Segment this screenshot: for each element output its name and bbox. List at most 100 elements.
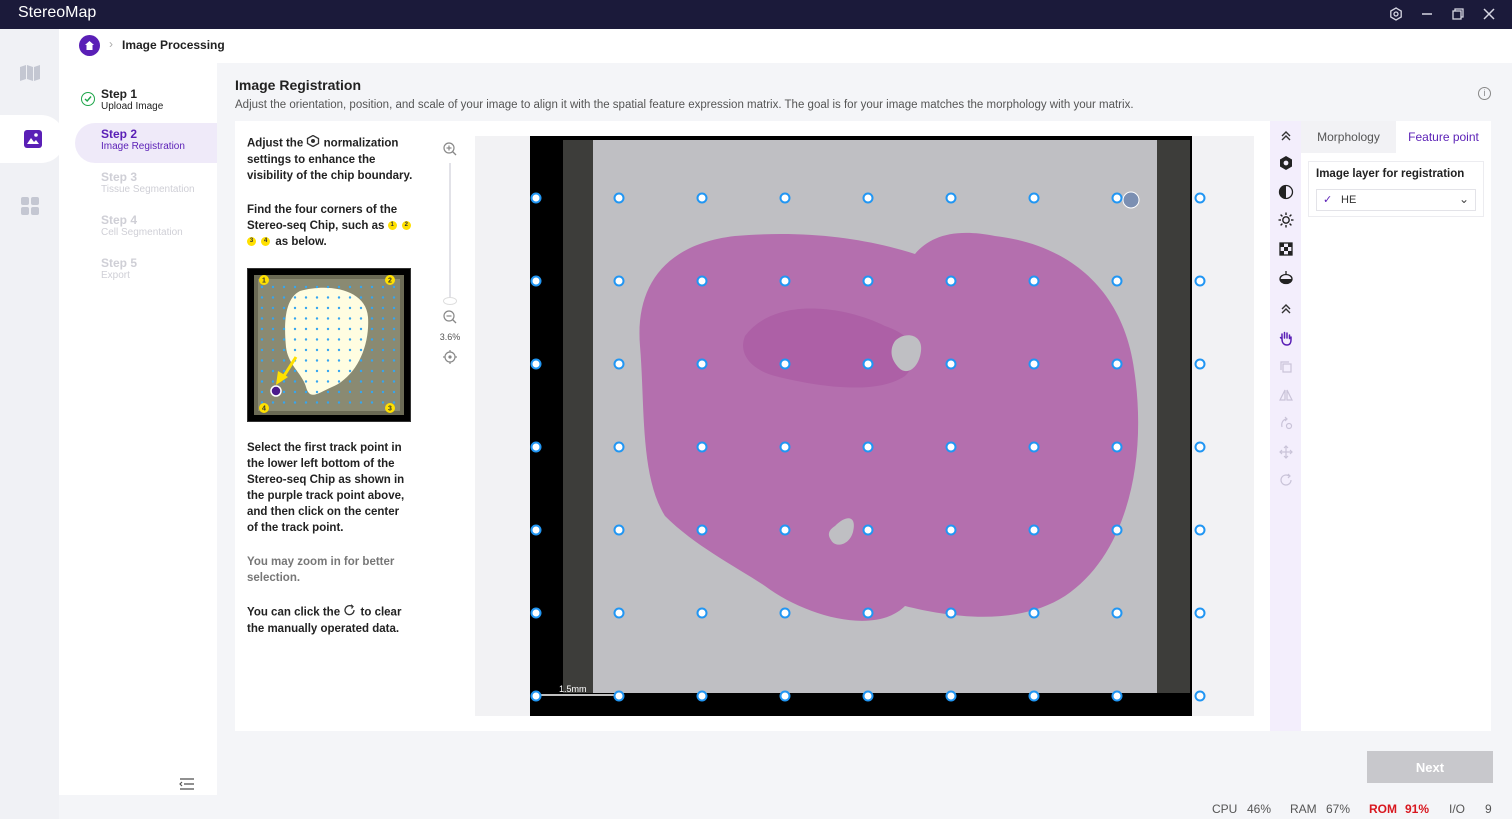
track-point[interactable] — [862, 524, 874, 536]
collapse-up-icon[interactable] — [1275, 125, 1297, 147]
track-point[interactable] — [1111, 358, 1123, 370]
zoom-out-icon[interactable] — [442, 309, 458, 330]
normalize-icon[interactable] — [1275, 152, 1297, 174]
track-point[interactable] — [1111, 441, 1123, 453]
track-point[interactable] — [862, 358, 874, 370]
track-point[interactable] — [1194, 441, 1206, 453]
track-point[interactable] — [613, 690, 625, 702]
track-point[interactable] — [779, 358, 791, 370]
step-5[interactable]: Step 5 Export — [75, 252, 217, 292]
map-icon[interactable] — [0, 49, 59, 97]
track-point[interactable] — [1194, 524, 1206, 536]
track-point[interactable] — [530, 524, 542, 536]
track-point[interactable] — [696, 441, 708, 453]
close-icon[interactable] — [1479, 4, 1499, 24]
example-dot — [293, 306, 297, 310]
track-point[interactable] — [862, 192, 874, 204]
track-point[interactable] — [1028, 358, 1040, 370]
track-point[interactable] — [613, 275, 625, 287]
track-point[interactable] — [862, 607, 874, 619]
track-point[interactable] — [779, 607, 791, 619]
track-point[interactable] — [1028, 441, 1040, 453]
tab-feature-point[interactable]: Feature point — [1396, 121, 1491, 153]
track-point[interactable] — [613, 358, 625, 370]
track-point[interactable] — [862, 690, 874, 702]
checker-icon[interactable] — [1275, 238, 1297, 260]
track-point[interactable] — [1111, 690, 1123, 702]
track-point[interactable] — [530, 607, 542, 619]
track-point[interactable] — [613, 441, 625, 453]
track-point[interactable] — [945, 275, 957, 287]
example-dot — [370, 401, 374, 404]
step-title: Step 4 — [101, 213, 138, 227]
restore-icon[interactable] — [1448, 4, 1468, 24]
track-point[interactable] — [696, 192, 708, 204]
collapse-up-icon[interactable] — [1275, 298, 1297, 320]
track-point[interactable] — [779, 690, 791, 702]
track-point[interactable] — [696, 690, 708, 702]
step-2[interactable]: Step 2 Image Registration — [75, 123, 217, 163]
track-point[interactable] — [945, 690, 957, 702]
hand-icon[interactable] — [1275, 327, 1297, 349]
track-point[interactable] — [696, 358, 708, 370]
track-point[interactable] — [1111, 524, 1123, 536]
track-point[interactable] — [945, 358, 957, 370]
zoom-slider[interactable] — [449, 163, 451, 303]
track-point[interactable] — [530, 441, 542, 453]
track-point[interactable] — [530, 358, 542, 370]
track-point[interactable] — [779, 192, 791, 204]
zoom-slider-handle[interactable] — [443, 297, 457, 305]
track-point[interactable] — [1194, 690, 1206, 702]
track-point[interactable] — [1028, 275, 1040, 287]
track-point[interactable] — [1111, 275, 1123, 287]
step-3[interactable]: Step 3 Tissue Segmentation — [75, 166, 217, 206]
track-point[interactable] — [696, 524, 708, 536]
track-point[interactable] — [530, 192, 542, 204]
contrast-icon[interactable] — [1275, 181, 1297, 203]
track-point[interactable] — [1111, 607, 1123, 619]
track-point[interactable] — [862, 275, 874, 287]
track-point[interactable] — [945, 607, 957, 619]
track-point[interactable] — [1028, 524, 1040, 536]
track-point[interactable] — [613, 524, 625, 536]
image-icon[interactable] — [0, 115, 65, 163]
track-point[interactable] — [1111, 192, 1123, 204]
track-point[interactable] — [1028, 192, 1040, 204]
track-point[interactable] — [945, 524, 957, 536]
home-icon[interactable] — [79, 35, 100, 56]
track-point[interactable] — [1028, 607, 1040, 619]
track-point[interactable] — [613, 607, 625, 619]
track-point[interactable] — [945, 192, 957, 204]
minimize-icon[interactable] — [1417, 4, 1437, 24]
track-point[interactable] — [779, 441, 791, 453]
track-point[interactable] — [945, 441, 957, 453]
brightness-icon[interactable] — [1275, 209, 1297, 231]
grid-icon[interactable] — [0, 182, 59, 230]
locate-icon[interactable] — [442, 349, 458, 370]
track-point[interactable] — [530, 275, 542, 287]
track-point[interactable] — [862, 441, 874, 453]
track-point[interactable] — [779, 275, 791, 287]
track-point[interactable] — [1194, 607, 1206, 619]
layer-select[interactable]: ✓ HE ⌄ — [1316, 189, 1476, 211]
track-point[interactable] — [696, 607, 708, 619]
example-dot — [370, 338, 374, 341]
track-point[interactable] — [530, 690, 542, 702]
track-point[interactable] — [1194, 192, 1206, 204]
next-button[interactable]: Next — [1367, 751, 1493, 783]
step-1[interactable]: Step 1 Upload Image — [75, 83, 217, 123]
drop-icon[interactable] — [1275, 266, 1297, 288]
collapse-menu-icon[interactable] — [179, 777, 195, 796]
track-point[interactable] — [1194, 358, 1206, 370]
step-4[interactable]: Step 4 Cell Segmentation — [75, 209, 217, 249]
track-point[interactable] — [779, 524, 791, 536]
settings-icon[interactable] — [1386, 4, 1406, 24]
info-icon[interactable]: i — [1478, 87, 1491, 100]
zoom-in-icon[interactable] — [442, 141, 458, 162]
track-point[interactable] — [1194, 275, 1206, 287]
track-point[interactable] — [1028, 690, 1040, 702]
tab-morphology[interactable]: Morphology — [1301, 121, 1396, 153]
registration-canvas[interactable]: 1.5mm — [475, 136, 1254, 716]
track-point[interactable] — [613, 192, 625, 204]
track-point[interactable] — [696, 275, 708, 287]
